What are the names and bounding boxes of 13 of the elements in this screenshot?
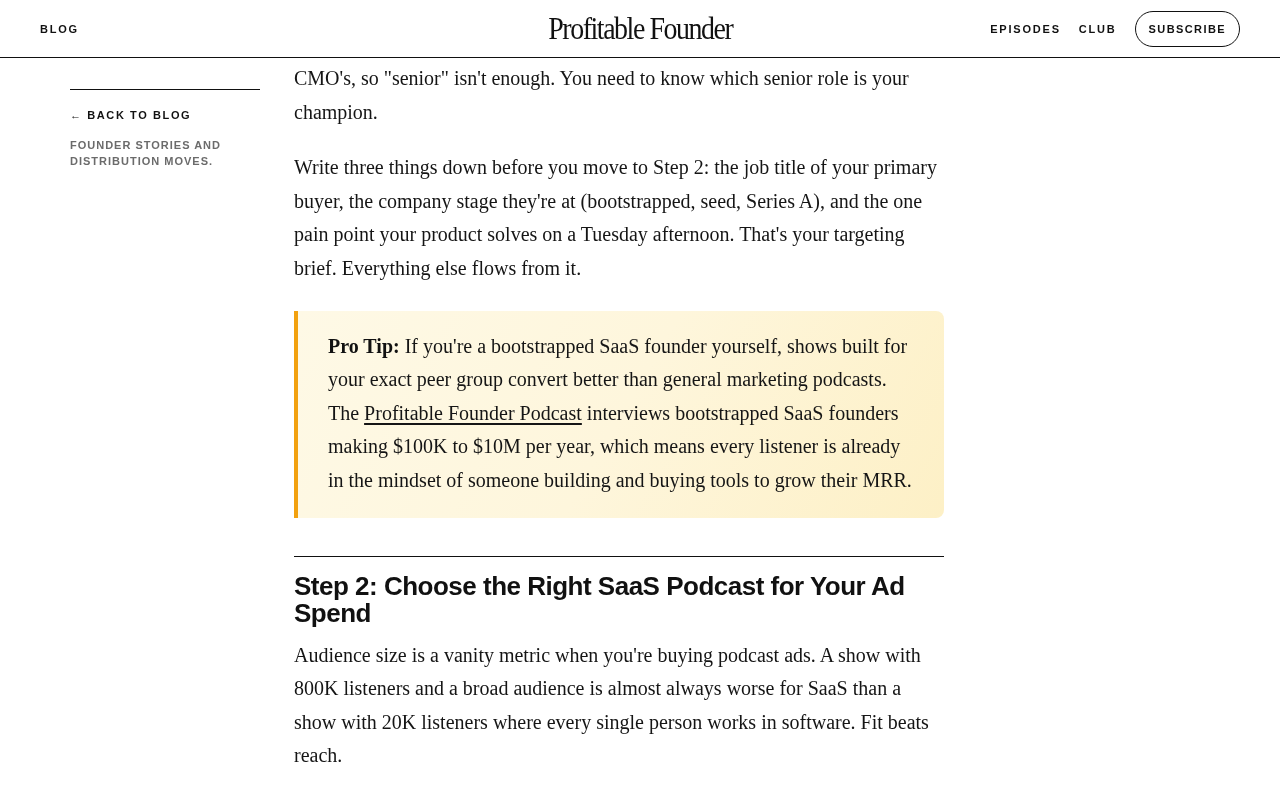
nav-link[interactable]: EPISODES [990,22,1061,35]
sidebar-tagline: FOUNDER STORIES AND DISTRIBUTION MOVES. [70,138,222,169]
article-paragraph: Audience size is a vanity metric when you're buying podcast ads. A show with 800K listeners and a broad audience is almost always worse for SaaS than a show with 20K listeners where every single person works in software. Fit beats reach. [294,642,930,769]
site-logo[interactable]: Profitable Founder [547,13,733,44]
article-paragraph: Write three things down before you move to Step 2: the job title of your primary buyer, the company stage they're at (bootstrapped, seed, Series A), and the one pain point your product solves on a Tuesday afternoon. That's your targeting brief. Everything else flows from it. [294,155,938,282]
blog-link[interactable]: BLOG [40,22,79,35]
subscribe-button[interactable]: SUBSCRIBE [1134,10,1240,47]
article-paragraph: CMO's, so "senior" isn't enough. You need to know which senior role is your champion. [294,66,910,126]
section-heading: Step 2: Choose the Right SaaS Podcast for Your Ad Spend [294,572,906,627]
pro-tip-text: Pro Tip: If you're a bootstrapped SaaS founder yourself, shows built for your exact peer group convert better than general marketing podcasts. The Profitable Founder Podcast interviews bootstrapped SaaS founders making $100K to $10M per year, which means every listener is already in the mindset of someone building and buying tools to grow their MRR. [328,333,913,494]
nav-link[interactable]: CLUB [1078,22,1117,35]
podcast-link[interactable]: Profitable Founder Podcast [364,401,582,424]
back-link[interactable]: ← BACK TO BLOG [70,109,192,121]
